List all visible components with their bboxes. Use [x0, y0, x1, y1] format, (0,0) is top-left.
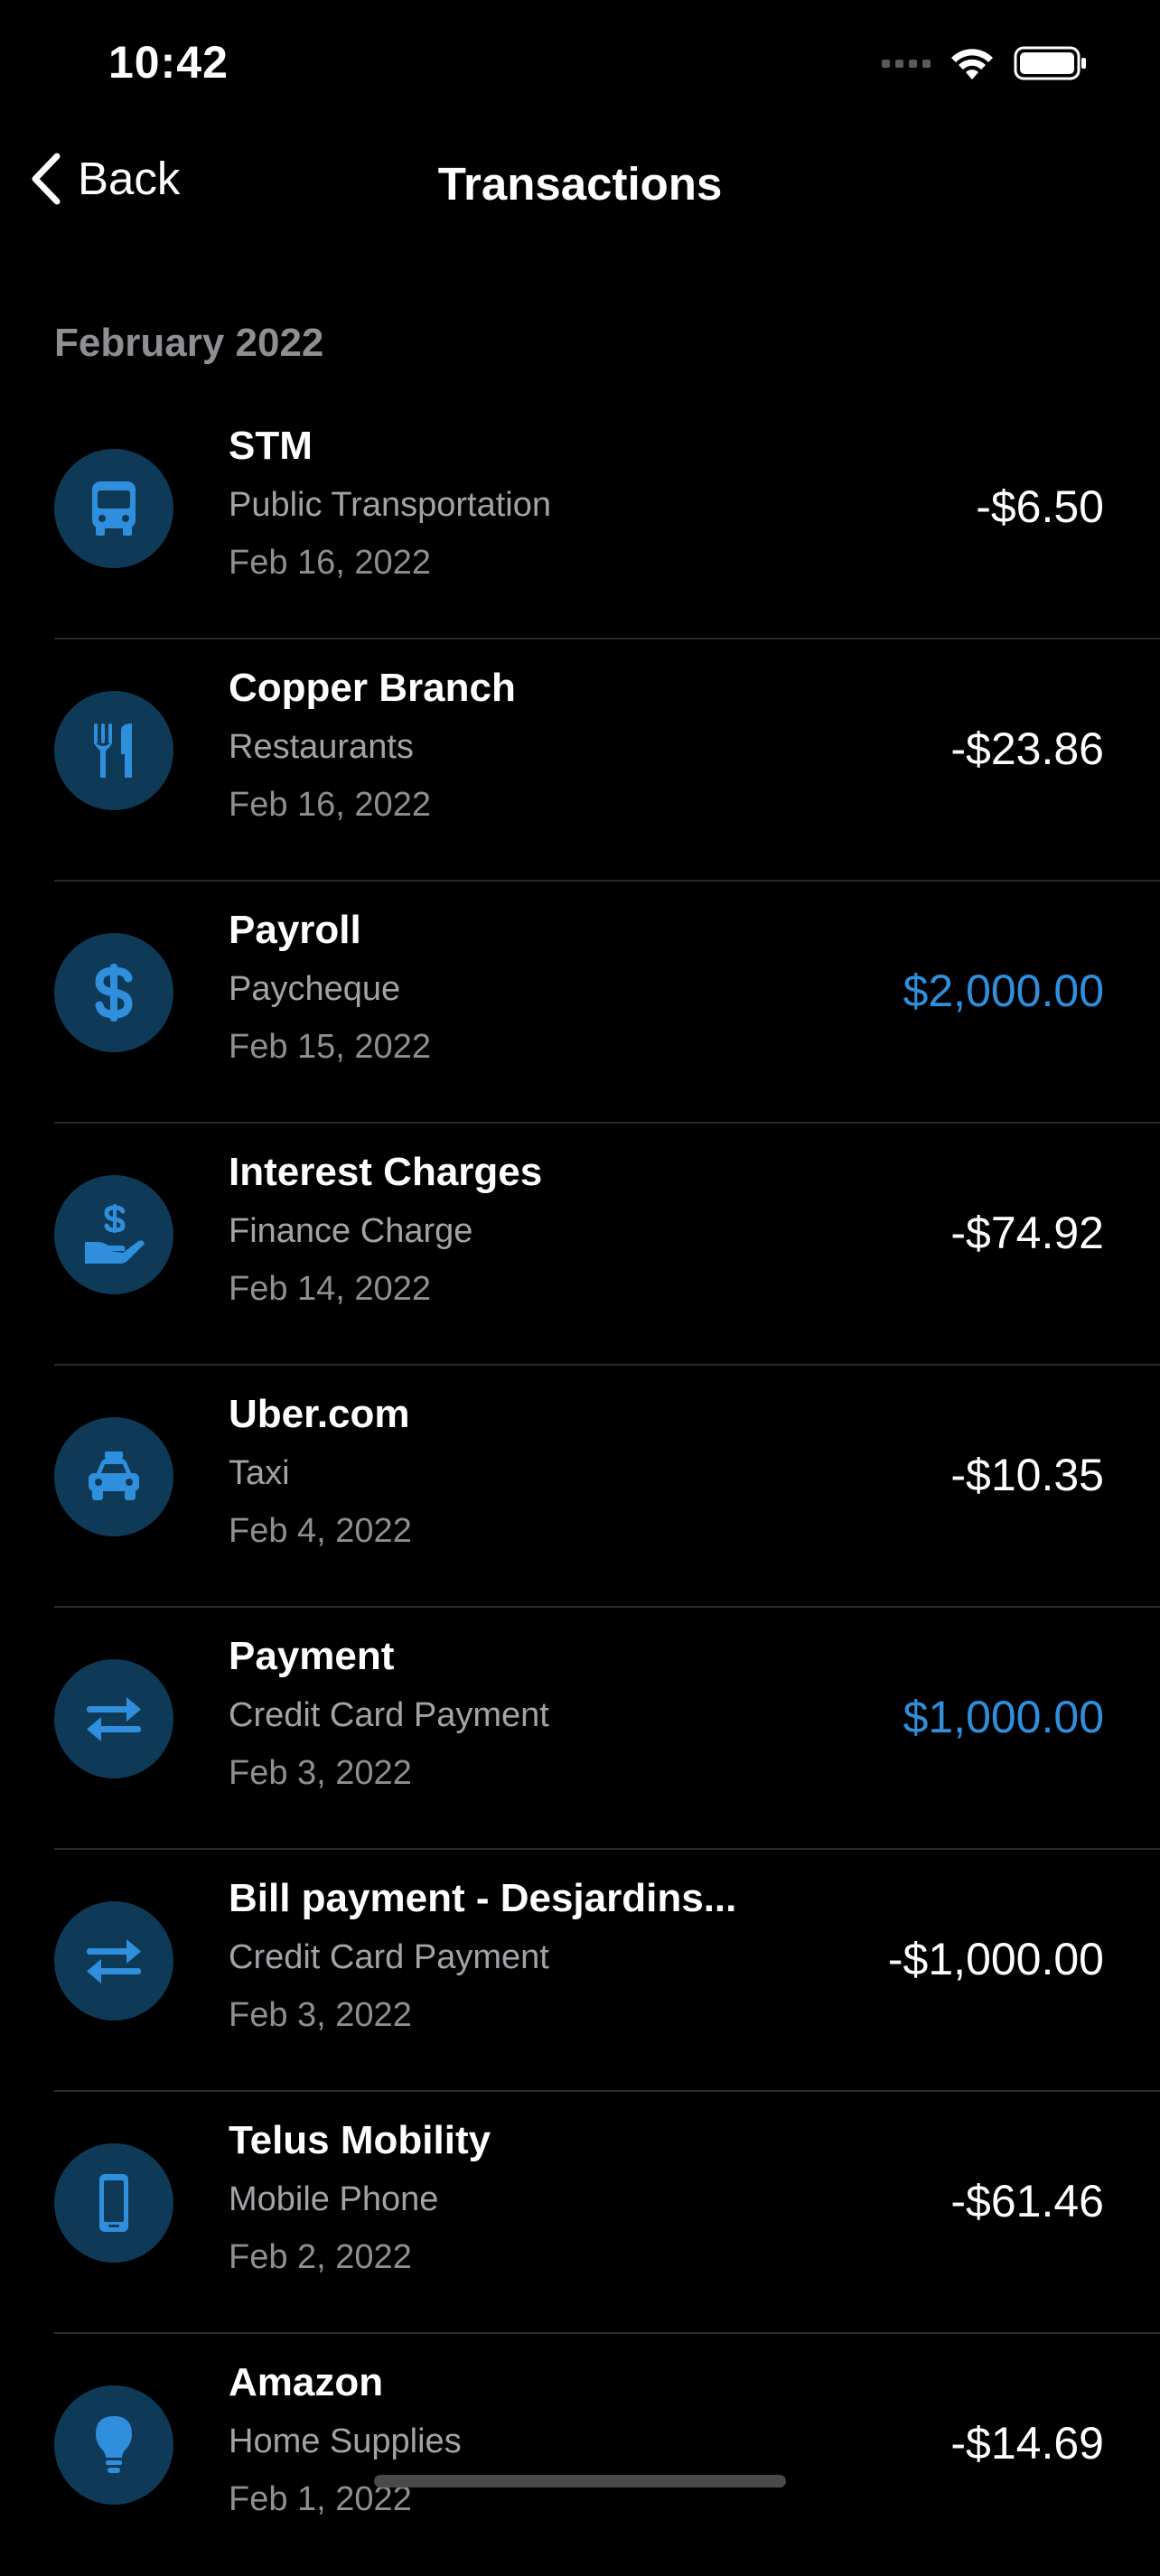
wifi-icon	[951, 49, 993, 79]
transaction-amount: $2,000.00	[903, 966, 1104, 1016]
merchant-name: Copper Branch	[229, 666, 516, 710]
transaction-date: Feb 3, 2022	[229, 1996, 412, 2034]
transaction-category: Credit Card Payment	[229, 1938, 549, 1976]
transaction-row[interactable]: Copper Branch Restaurants Feb 16, 2022 -…	[0, 639, 1160, 882]
transaction-row[interactable]: Bill payment - Desjardins... Credit Card…	[0, 1850, 1160, 2092]
section-header: February 2022	[54, 321, 324, 365]
home-indicator[interactable]	[374, 2475, 786, 2487]
transaction-category: Mobile Phone	[229, 2180, 439, 2218]
transaction-row[interactable]: Uber.com Taxi Feb 4, 2022 -$10.35	[0, 1366, 1160, 1608]
merchant-name: STM	[229, 424, 313, 468]
car-icon	[89, 1451, 139, 1500]
transaction-category: Paycheque	[229, 970, 401, 1008]
lightbulb-icon	[96, 2416, 132, 2473]
merchant-name: Uber.com	[229, 1392, 410, 1436]
status-time: 10:42	[108, 37, 229, 88]
transfer-arrows-icon	[87, 1939, 141, 1983]
transaction-date: Feb 16, 2022	[229, 544, 431, 582]
transaction-category: Taxi	[229, 1454, 290, 1492]
phone-icon	[99, 2174, 128, 2232]
transaction-date: Feb 15, 2022	[229, 1028, 431, 1066]
transaction-date: Feb 14, 2022	[229, 1270, 431, 1308]
merchant-name: Bill payment - Desjardins...	[229, 1876, 737, 1920]
transaction-category: Restaurants	[229, 728, 414, 766]
transaction-amount: $1,000.00	[903, 1692, 1104, 1742]
navigation-bar: Back Transactions	[0, 135, 1160, 239]
transaction-row[interactable]: STM Public Transportation Feb 16, 2022 -…	[0, 397, 1160, 639]
merchant-name: Payroll	[229, 908, 361, 952]
merchant-name: Amazon	[229, 2360, 384, 2404]
battery-icon	[1014, 46, 1086, 80]
transaction-amount: -$23.86	[950, 723, 1104, 774]
status-bar: 10:42	[0, 0, 1160, 135]
merchant-name: Telus Mobility	[229, 2118, 491, 2162]
bus-icon	[92, 481, 136, 536]
transaction-category: Home Supplies	[229, 2422, 462, 2460]
transaction-row[interactable]: Amazon Home Supplies Feb 1, 2022 -$14.69	[0, 2334, 1160, 2576]
transaction-amount: -$6.50	[976, 481, 1104, 532]
transaction-category: Public Transportation	[229, 486, 551, 524]
transaction-amount: -$14.69	[950, 2418, 1104, 2469]
transaction-category: Finance Charge	[229, 1212, 473, 1250]
transaction-date: Feb 3, 2022	[229, 1754, 412, 1792]
transaction-date: Feb 16, 2022	[229, 786, 431, 824]
transfer-arrows-icon	[87, 1697, 141, 1741]
transactions-list: STM Public Transportation Feb 16, 2022 -…	[0, 397, 1160, 2576]
transaction-row[interactable]: Payment Credit Card Payment Feb 3, 2022 …	[0, 1608, 1160, 1850]
merchant-name: Payment	[229, 1634, 395, 1678]
transaction-row[interactable]: Interest Charges Finance Charge Feb 14, …	[0, 1124, 1160, 1366]
transaction-category: Credit Card Payment	[229, 1696, 549, 1734]
transaction-row[interactable]: Telus Mobility Mobile Phone Feb 2, 2022 …	[0, 2092, 1160, 2334]
merchant-name: Interest Charges	[229, 1150, 543, 1194]
status-icons	[882, 45, 1088, 81]
transaction-amount: -$61.46	[950, 2176, 1104, 2226]
transaction-amount: -$74.92	[950, 1208, 1104, 1258]
transaction-date: Feb 4, 2022	[229, 1512, 412, 1550]
transaction-amount: -$10.35	[950, 1450, 1104, 1500]
cellular-signal-icon	[882, 59, 931, 68]
transaction-row[interactable]: Payroll Paycheque Feb 15, 2022 $2,000.00	[0, 882, 1160, 1124]
transaction-date: Feb 2, 2022	[229, 2238, 412, 2276]
dollar-icon	[95, 964, 133, 1022]
page-title: Transactions	[437, 158, 723, 210]
fork-knife-icon	[94, 723, 132, 778]
hand-dollar-icon	[85, 1204, 145, 1264]
transaction-amount: -$1,000.00	[887, 1934, 1104, 1984]
